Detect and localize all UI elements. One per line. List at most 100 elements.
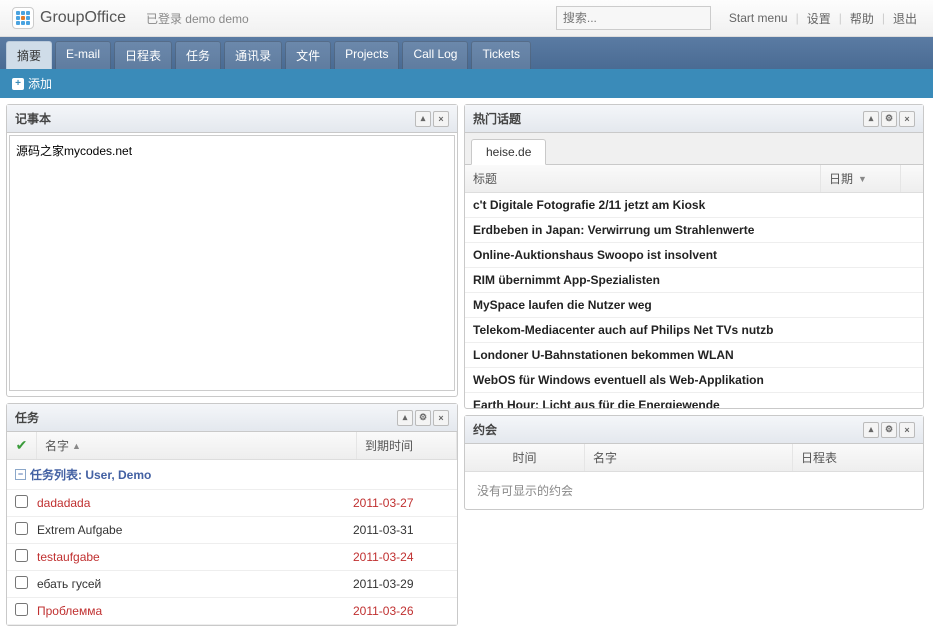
news-scroll-column <box>901 165 923 192</box>
app-header: GroupOffice 已登录 demo demo Start menu | 设… <box>0 0 933 37</box>
news-row[interactable]: RIM übernimmt App-Spezialisten <box>465 268 923 293</box>
notes-textarea[interactable] <box>9 135 455 391</box>
task-name: Проблемма <box>37 604 349 618</box>
tab-文件[interactable]: 文件 <box>285 41 331 69</box>
gear-icon[interactable]: ⚙ <box>415 410 431 426</box>
tasks-panel-header: 任务 ▴ ⚙ × <box>7 404 457 432</box>
sort-asc-icon: ▲ <box>72 441 81 451</box>
sort-desc-icon: ▼ <box>858 174 867 184</box>
tab-call log[interactable]: Call Log <box>402 41 468 69</box>
appt-calendar-column[interactable]: 日程表 <box>793 444 923 471</box>
task-checkbox[interactable] <box>15 549 28 562</box>
tab-tickets[interactable]: Tickets <box>471 41 531 69</box>
task-checkbox[interactable] <box>15 576 28 589</box>
task-group-header[interactable]: − 任务列表: User, Demo <box>7 460 457 490</box>
tasks-columns: ✔ 名字 ▲ 到期时间 <box>7 432 457 460</box>
appt-name-column[interactable]: 名字 <box>585 444 793 471</box>
news-body[interactable]: c't Digitale Fotografie 2/11 jetzt am Ki… <box>465 193 923 408</box>
appointments-panel-title: 约会 <box>473 421 497 438</box>
task-due: 2011-03-31 <box>349 523 449 537</box>
tab-e-mail[interactable]: E-mail <box>55 41 111 69</box>
notes-panel-header: 记事本 ▴ × <box>7 105 457 133</box>
appt-time-column[interactable]: 时间 <box>465 444 585 471</box>
tab-日程表[interactable]: 日程表 <box>114 41 172 69</box>
task-name: ебать гусей <box>37 577 349 591</box>
task-row[interactable]: Проблемма2011-03-26 <box>7 598 457 625</box>
news-row[interactable]: c't Digitale Fotografie 2/11 jetzt am Ki… <box>465 193 923 218</box>
task-checkbox[interactable] <box>15 603 28 616</box>
header-right: Start menu | 设置 | 帮助 | 退出 <box>556 6 921 30</box>
task-name: dadadada <box>37 496 349 510</box>
brand-name: GroupOffice <box>40 9 126 27</box>
task-due: 2011-03-24 <box>349 550 449 564</box>
task-name: Extrem Aufgabe <box>37 523 349 537</box>
close-icon[interactable]: × <box>433 410 449 426</box>
appointments-panel: 约会 ▴ ⚙ × 时间 名字 日程表 没有可显示的约会 <box>464 415 924 510</box>
task-due: 2011-03-27 <box>349 496 449 510</box>
gear-icon[interactable]: ⚙ <box>881 422 897 438</box>
collapse-icon[interactable]: ▴ <box>397 410 413 426</box>
tab-任务[interactable]: 任务 <box>175 41 221 69</box>
tasks-due-column[interactable]: 到期时间 <box>357 432 457 459</box>
login-status: 已登录 demo demo <box>146 10 249 27</box>
tab-通讯录[interactable]: 通讯录 <box>224 41 282 69</box>
task-name: testaufgabe <box>37 550 349 564</box>
group-collapse-icon[interactable]: − <box>15 469 26 480</box>
news-panel-title: 热门话题 <box>473 110 521 127</box>
news-row[interactable]: Londoner U-Bahnstationen bekommen WLAN <box>465 343 923 368</box>
news-panel: 热门话题 ▴ ⚙ × heise.de 标题 日期▼ c't Digitale … <box>464 104 924 409</box>
tasks-check-column[interactable]: ✔ <box>7 432 37 459</box>
task-row[interactable]: ебать гусей2011-03-29 <box>7 571 457 598</box>
task-row[interactable]: dadadada2011-03-27 <box>7 490 457 517</box>
appointments-empty: 没有可显示的约会 <box>465 472 923 509</box>
logout-link[interactable]: 退出 <box>889 10 921 27</box>
appointments-panel-header: 约会 ▴ ⚙ × <box>465 416 923 444</box>
tasks-panel-title: 任务 <box>15 409 39 426</box>
news-columns: 标题 日期▼ <box>465 165 923 193</box>
gear-icon[interactable]: ⚙ <box>881 111 897 127</box>
task-due: 2011-03-26 <box>349 604 449 618</box>
checkmark-icon: ✔ <box>16 437 28 454</box>
main-tabbar: 摘要E-mail日程表任务通讯录文件ProjectsCall LogTicket… <box>0 37 933 69</box>
collapse-icon[interactable]: ▴ <box>863 422 879 438</box>
tab-projects[interactable]: Projects <box>334 41 399 69</box>
settings-link[interactable]: 设置 <box>803 10 835 27</box>
news-row[interactable]: Online-Auktionshaus Swoopo ist insolvent <box>465 243 923 268</box>
start-menu-link[interactable]: Start menu <box>725 11 792 25</box>
news-row[interactable]: MySpace laufen die Nutzer weg <box>465 293 923 318</box>
close-icon[interactable]: × <box>433 111 449 127</box>
help-link[interactable]: 帮助 <box>846 10 878 27</box>
tab-摘要[interactable]: 摘要 <box>6 41 52 69</box>
news-row[interactable]: WebOS für Windows eventuell als Web-Appl… <box>465 368 923 393</box>
news-row[interactable]: Earth Hour: Licht aus für die Energiewen… <box>465 393 923 408</box>
brand-logo: GroupOffice <box>12 7 126 29</box>
news-panel-header: 热门话题 ▴ ⚙ × <box>465 105 923 133</box>
news-date-column[interactable]: 日期▼ <box>821 165 901 192</box>
add-bar[interactable]: + 添加 <box>0 69 933 98</box>
notes-panel: 记事本 ▴ × <box>6 104 458 397</box>
task-checkbox[interactable] <box>15 495 28 508</box>
task-due: 2011-03-29 <box>349 577 449 591</box>
notes-panel-title: 记事本 <box>15 110 51 127</box>
logo-icon <box>12 7 34 29</box>
search-input[interactable] <box>556 6 711 30</box>
plus-icon: + <box>12 78 24 90</box>
news-feed-tab[interactable]: heise.de <box>471 139 546 165</box>
tasks-body: dadadada2011-03-27Extrem Aufgabe2011-03-… <box>7 490 457 625</box>
news-row[interactable]: Erdbeben in Japan: Verwirrung um Strahle… <box>465 218 923 243</box>
appointments-columns: 时间 名字 日程表 <box>465 444 923 472</box>
task-row[interactable]: testaufgabe2011-03-24 <box>7 544 457 571</box>
news-title-column[interactable]: 标题 <box>465 165 821 192</box>
close-icon[interactable]: × <box>899 111 915 127</box>
task-row[interactable]: Extrem Aufgabe2011-03-31 <box>7 517 457 544</box>
task-group-label: 任务列表: User, Demo <box>30 466 151 483</box>
tasks-panel: 任务 ▴ ⚙ × ✔ 名字 ▲ 到期时间 − 任务列表: User, Demo … <box>6 403 458 626</box>
dashboard-content: 记事本 ▴ × 任务 ▴ ⚙ × ✔ 名字 ▲ <box>0 98 933 632</box>
collapse-icon[interactable]: ▴ <box>863 111 879 127</box>
tasks-name-column[interactable]: 名字 ▲ <box>37 432 357 459</box>
close-icon[interactable]: × <box>899 422 915 438</box>
add-label: 添加 <box>28 75 52 92</box>
task-checkbox[interactable] <box>15 522 28 535</box>
news-row[interactable]: Telekom-Mediacenter auch auf Philips Net… <box>465 318 923 343</box>
collapse-icon[interactable]: ▴ <box>415 111 431 127</box>
